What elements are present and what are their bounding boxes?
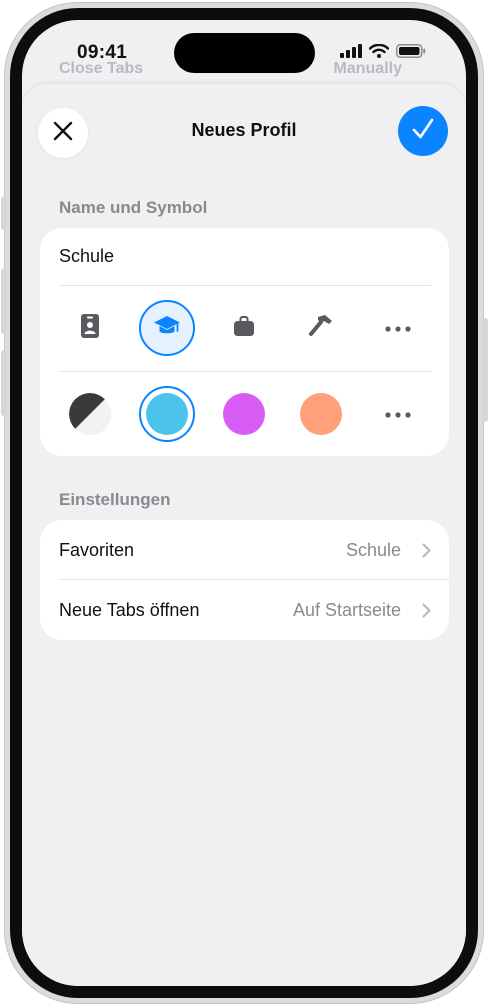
- hammer-icon: [308, 314, 334, 343]
- status-bar: 09:41: [22, 20, 466, 80]
- phone-volume-up: [1, 268, 7, 334]
- chevron-right-icon: [422, 603, 431, 623]
- more-icon: [385, 405, 411, 423]
- graduation-cap-icon: [153, 315, 181, 342]
- section-header-settings: Einstellungen: [59, 490, 171, 509]
- settings-row-value: Schule: [345, 540, 401, 560]
- settings-row-value: Auf Startseite: [292, 600, 401, 620]
- person-badge-icon: [81, 313, 99, 343]
- briefcase-icon: [234, 315, 254, 341]
- settings-row-favorites[interactable]: Favoriten Schule: [40, 520, 449, 580]
- phone-volume-down: [1, 350, 7, 416]
- settings-row-label: Favoriten: [59, 540, 135, 560]
- color-option-orange[interactable]: [300, 393, 342, 435]
- icon-option-hammer[interactable]: [293, 300, 349, 356]
- color-option-cyan[interactable]: [146, 393, 188, 435]
- icon-option-briefcase[interactable]: [216, 300, 272, 356]
- battery-icon: [396, 44, 426, 63]
- phone-side-button: [1, 196, 7, 230]
- divider: [59, 285, 431, 286]
- done-button[interactable]: [398, 106, 448, 156]
- checkmark-icon: [411, 118, 435, 145]
- status-icons: [340, 43, 426, 63]
- section-header-name-and-symbol: Name und Symbol: [59, 198, 208, 217]
- more-colors-button[interactable]: [370, 386, 426, 442]
- settings-card: Favoriten Schule Neue Tabs öffnen Auf St…: [40, 520, 449, 640]
- chevron-right-icon: [422, 543, 431, 563]
- color-option-dark[interactable]: [69, 393, 111, 435]
- icon-option-graduation-cap[interactable]: [139, 300, 195, 356]
- status-time: 09:41: [77, 42, 128, 63]
- more-icons-button[interactable]: [370, 300, 426, 356]
- signal-icon: [340, 44, 362, 63]
- profile-name-input[interactable]: Schule: [59, 246, 114, 267]
- more-icon: [385, 319, 411, 337]
- new-profile-sheet: Neues Profil Name und Symbol Schule Eins…: [22, 84, 466, 986]
- name-symbol-card: Schule: [40, 228, 449, 456]
- divider: [59, 371, 431, 372]
- wifi-icon: [368, 43, 390, 63]
- color-option-purple[interactable]: [223, 393, 265, 435]
- settings-row-label: Neue Tabs öffnen: [59, 600, 200, 620]
- icon-option-person-badge[interactable]: [62, 300, 118, 356]
- settings-row-open-new-tabs[interactable]: Neue Tabs öffnen Auf Startseite: [40, 580, 449, 640]
- phone-power-button: [482, 318, 488, 422]
- dynamic-island: [174, 33, 315, 73]
- screen: Close Tabs Manually 09:41 Neues Profil N…: [22, 20, 466, 986]
